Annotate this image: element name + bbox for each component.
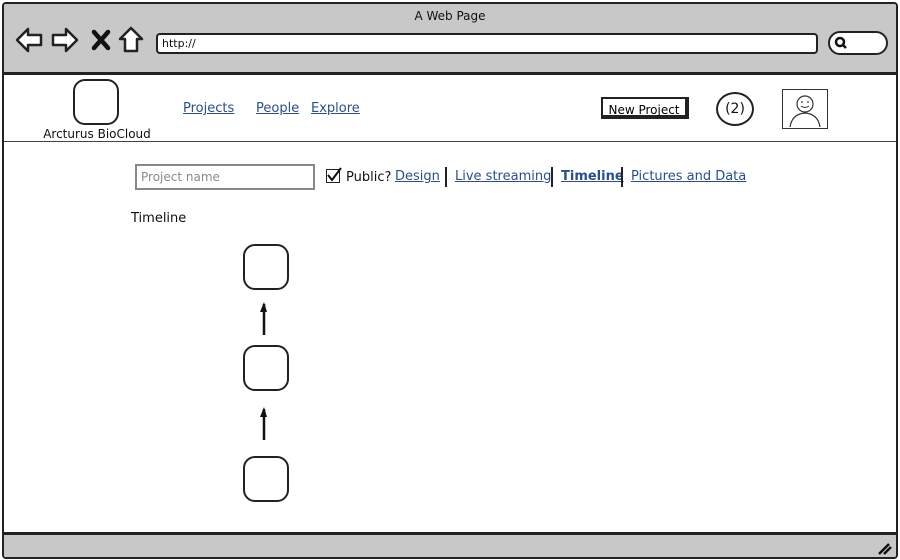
forward-arrow-icon[interactable] (50, 26, 80, 54)
timeline-title: Timeline (131, 211, 187, 226)
search-icon (834, 36, 847, 49)
new-project-button[interactable]: New Project (601, 97, 689, 119)
tab-timeline[interactable]: Timeline (561, 169, 624, 184)
arrow-up-icon (260, 407, 267, 440)
public-checkbox[interactable] (326, 167, 342, 183)
back-arrow-icon[interactable] (14, 26, 44, 54)
nav-explore[interactable]: Explore (311, 101, 360, 116)
resize-grip-icon[interactable] (876, 541, 892, 555)
browser-search-box[interactable] (828, 31, 888, 55)
nav-people[interactable]: People (256, 101, 299, 116)
browser-window: A Web Page http:// Arcturus BioCloud Pro… (2, 2, 898, 559)
status-bar (4, 532, 896, 557)
tab-design[interactable]: Design (395, 169, 440, 184)
tab-separator (621, 167, 623, 187)
timeline-node[interactable] (243, 456, 289, 502)
project-name-input[interactable] (135, 164, 315, 190)
notification-badge[interactable]: (2) (716, 92, 754, 126)
address-bar[interactable]: http:// (156, 33, 818, 54)
tab-pictures-and-data[interactable]: Pictures and Data (631, 169, 746, 184)
logo-placeholder[interactable] (73, 79, 119, 125)
nav-projects[interactable]: Projects (183, 101, 234, 116)
close-x-icon[interactable] (90, 26, 112, 54)
browser-toolbar: A Web Page http:// (4, 4, 896, 75)
tab-separator (551, 167, 553, 187)
avatar[interactable] (782, 89, 828, 129)
timeline-node[interactable] (243, 345, 289, 391)
home-icon[interactable] (118, 26, 144, 54)
arrow-up-icon (260, 302, 267, 335)
window-title: A Web Page (414, 9, 486, 23)
tab-separator (445, 167, 447, 187)
timeline-node[interactable] (243, 244, 289, 290)
user-avatar-icon (789, 95, 821, 128)
public-label: Public? (346, 170, 392, 185)
brand-name: Arcturus BioCloud (43, 127, 151, 141)
checkmark-icon (327, 167, 342, 182)
tab-live-streaming[interactable]: Live streaming (455, 169, 551, 184)
app-header: Arcturus BioCloud Projects People Explor… (4, 75, 896, 142)
